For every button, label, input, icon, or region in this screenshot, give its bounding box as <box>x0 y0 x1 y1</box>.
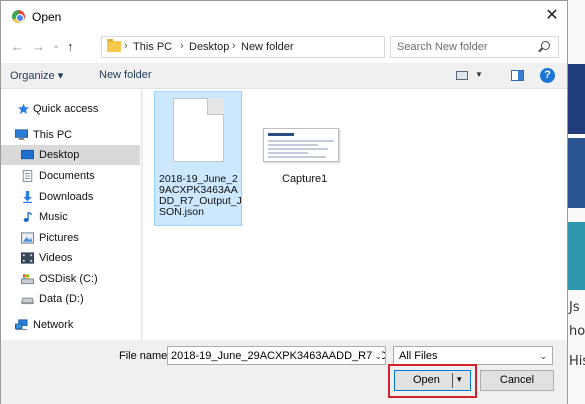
open-file-dialog: Open ✕ ← → ⌄ ↑ › This PC › Desktop › New… <box>0 0 568 404</box>
desktop-icon <box>21 149 34 160</box>
file-name-label: 2018-19_June_29ACXPK3463AADD_R7_Output_J… <box>159 173 242 218</box>
drive-icon <box>21 274 34 285</box>
sidebar-item-label: Downloads <box>39 191 94 203</box>
star-icon <box>18 103 29 114</box>
sidebar-item-this-pc[interactable]: This PC <box>1 125 140 145</box>
preview-pane-icon[interactable] <box>511 70 524 81</box>
chevron-down-icon[interactable]: ⌄ <box>372 351 382 362</box>
download-icon <box>23 191 32 203</box>
background-text: His <box>569 354 585 369</box>
sidebar-item-quick-access[interactable]: Quick access <box>1 99 140 119</box>
sidebar-item-documents[interactable]: Documents <box>1 166 140 186</box>
split-divider <box>452 373 453 388</box>
background-banner-teal <box>568 222 585 290</box>
chrome-icon <box>12 10 25 23</box>
change-view-icon[interactable] <box>456 71 468 80</box>
sidebar-item-label: Desktop <box>39 149 80 161</box>
file-type-select[interactable]: All Files ⌄ <box>393 346 553 365</box>
background-text: hos <box>569 324 585 339</box>
pictures-icon <box>21 232 34 244</box>
music-icon <box>23 211 32 222</box>
breadcrumb-separator: › <box>232 40 236 52</box>
file-name-label[interactable]: Capture1 <box>282 173 327 185</box>
sidebar-item-music[interactable]: Music <box>1 207 140 227</box>
image-thumbnail-icon[interactable] <box>263 128 339 162</box>
breadcrumb-new-folder[interactable]: New folder <box>241 41 294 53</box>
new-folder-button[interactable]: New folder <box>99 69 152 81</box>
sidebar-item-desktop[interactable]: Desktop <box>1 145 140 165</box>
background-text: Js <box>569 300 580 315</box>
videos-icon <box>21 252 34 264</box>
sidebar-item-downloads[interactable]: Downloads <box>1 187 140 207</box>
navigation-pane: Quick access This PC Desktop Documents D… <box>1 89 142 340</box>
file-type-value: All Files <box>399 350 438 362</box>
dialog-title: Open <box>32 10 62 24</box>
navigation-bar: ← → ⌄ ↑ › This PC › Desktop › New folder… <box>1 31 567 63</box>
forward-button[interactable]: → <box>32 39 45 54</box>
sidebar-item-label: This PC <box>33 129 73 141</box>
recent-locations-button[interactable]: ⌄ <box>52 40 60 51</box>
sidebar-item-label: Documents <box>39 170 95 182</box>
open-button[interactable]: Open ▾ <box>394 370 471 391</box>
file-name-value: 2018-19_June_29ACXPK3463AADD_R7_Outpu <box>171 350 386 362</box>
sidebar-item-label: Videos <box>39 252 73 264</box>
sidebar-item-osdisk[interactable]: OSDisk (C:) <box>1 269 140 289</box>
breadcrumb-separator: › <box>124 40 128 52</box>
folder-icon <box>107 39 121 52</box>
file-item-json[interactable]: 2018-19_June_29ACXPK3463AADD_R7_Output_J… <box>154 91 242 226</box>
organize-button[interactable]: Organize ▾ <box>10 69 63 82</box>
command-toolbar: Organize ▾ New folder ▼ ? <box>1 63 567 89</box>
sidebar-item-network[interactable]: Network <box>1 315 140 335</box>
search-input[interactable]: Search New folder <box>390 36 559 58</box>
dialog-footer: File name: 2018-19_June_29ACXPK3463AADD_… <box>1 340 567 404</box>
file-list: 2018-19_June_29ACXPK3463AADD_R7_Output_J… <box>143 89 567 340</box>
search-icon[interactable] <box>541 41 550 50</box>
sidebar-item-label: Pictures <box>39 232 79 244</box>
back-button[interactable]: ← <box>11 39 24 54</box>
open-button-label: Open <box>413 374 440 386</box>
open-options-dropdown-icon[interactable]: ▾ <box>457 374 462 385</box>
computer-icon <box>15 129 28 140</box>
close-button[interactable]: ✕ <box>540 5 564 27</box>
view-options-dropdown-icon[interactable]: ▼ <box>475 70 483 79</box>
cancel-button-label: Cancel <box>499 374 535 386</box>
search-placeholder: Search New folder <box>397 41 488 53</box>
file-name-label: File name: <box>119 350 171 362</box>
cancel-button[interactable]: Cancel <box>480 370 554 391</box>
address-bar[interactable]: › This PC › Desktop › New folder ⌄ ↻ <box>101 36 478 58</box>
document-fold <box>207 98 224 115</box>
sidebar-item-videos[interactable]: Videos <box>1 248 140 268</box>
breadcrumb-desktop[interactable]: Desktop <box>189 41 229 53</box>
breadcrumb-this-pc[interactable]: This PC <box>133 41 172 53</box>
breadcrumb-separator: › <box>180 40 184 52</box>
sidebar-item-label: Quick access <box>33 103 99 115</box>
sidebar-item-pictures[interactable]: Pictures <box>1 228 140 248</box>
file-name-field[interactable]: 2018-19_June_29ACXPK3463AADD_R7_Outpu ⌄ <box>167 346 386 365</box>
background-banner-dark <box>568 64 585 134</box>
sidebar-item-label: Music <box>39 211 68 223</box>
background-banner-blue <box>568 138 585 208</box>
sidebar-item-label: Data (D:) <box>39 293 84 305</box>
sidebar-item-data-drive[interactable]: Data (D:) <box>1 289 140 309</box>
title-bar: Open ✕ <box>1 1 567 31</box>
chevron-down-icon: ⌄ <box>539 351 547 361</box>
help-icon[interactable]: ? <box>540 68 555 83</box>
up-button[interactable]: ↑ <box>67 39 74 54</box>
drive-icon <box>21 297 34 305</box>
network-icon <box>15 319 28 331</box>
documents-icon <box>22 170 33 182</box>
sidebar-item-label: Network <box>33 319 74 331</box>
sidebar-item-label: OSDisk (C:) <box>39 273 98 285</box>
